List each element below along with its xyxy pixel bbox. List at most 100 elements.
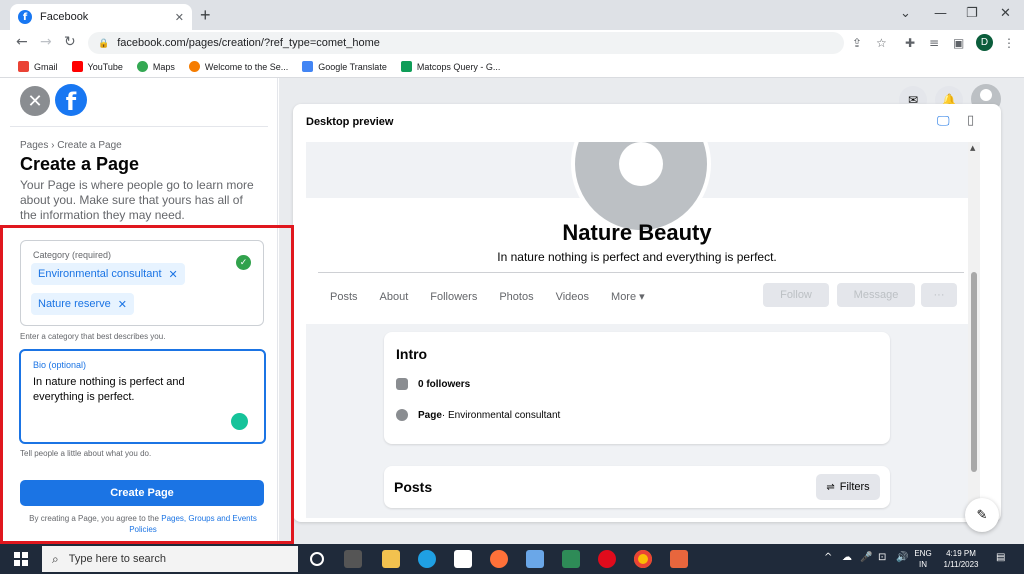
back-icon[interactable]: ← (16, 34, 28, 50)
forward-icon[interactable]: → (40, 34, 52, 50)
breadcrumb: Pages › Create a Page (20, 140, 122, 151)
firefox-icon[interactable] (490, 550, 508, 568)
youtube-icon (71, 61, 83, 72)
tab-more[interactable]: More ▾ (611, 290, 645, 303)
volume-icon[interactable]: 🔊 (896, 552, 908, 563)
desktop-preview-card: Desktop preview 🖵 ▯ Nature Beauty In nat… (293, 104, 1001, 522)
bookmark-youtube[interactable]: YouTube (71, 61, 123, 72)
bookmark-google-translate[interactable]: Google Translate (302, 61, 387, 72)
tab-about[interactable]: About (380, 291, 409, 303)
sheets-icon (400, 61, 412, 72)
desktop-icon[interactable]: 🖵 (937, 114, 950, 129)
tab-followers[interactable]: Followers (430, 291, 477, 303)
opera-icon[interactable] (598, 550, 616, 568)
page-description: Your Page is where people go to learn mo… (20, 178, 254, 222)
remove-chip-icon[interactable]: ✕ (169, 268, 178, 281)
windows-taskbar: ⌕ Type here to search ^ ☁ 🎤 ⊡ 🔊 ENG IN 4… (0, 544, 1024, 574)
taskbar-search[interactable]: ⌕ Type here to search (42, 546, 298, 572)
bookmark-matcops[interactable]: Matcops Query - G... (400, 61, 500, 72)
bookmark-star-icon[interactable]: ☆ (876, 36, 887, 50)
side-panel-icon[interactable]: ▣ (953, 36, 964, 50)
grammarly-icon[interactable] (231, 413, 248, 430)
app-icon[interactable] (670, 550, 688, 568)
cloud-icon[interactable]: ☁ (842, 552, 852, 563)
page-title: Create a Page (20, 154, 140, 174)
filters-icon: ⇌ (826, 481, 835, 493)
bio-field[interactable]: Bio (optional) In nature nothing is perf… (19, 349, 266, 444)
preview-scrollbar[interactable]: ▲ ▼ (968, 142, 980, 518)
tab-videos[interactable]: Videos (556, 291, 589, 303)
filters-button[interactable]: ⇌ Filters (816, 474, 880, 500)
cortana-icon[interactable] (310, 552, 324, 566)
reading-list-icon[interactable]: ≡ (929, 36, 939, 50)
create-page-button[interactable]: Create Page (20, 480, 264, 506)
remove-chip-icon[interactable]: ✕ (118, 298, 127, 311)
edge-icon[interactable] (418, 550, 436, 568)
notification-center-icon[interactable]: ▤ (996, 552, 1005, 563)
category-chip[interactable]: Environmental consultant ✕ (31, 263, 185, 285)
page-tabs: Posts About Followers Photos Videos More… (330, 290, 667, 304)
bio-textarea[interactable]: In nature nothing is perfect and everyth… (33, 375, 213, 405)
microphone-icon[interactable]: 🎤 (860, 552, 872, 563)
tab-photos[interactable]: Photos (499, 291, 533, 303)
message-button[interactable]: Message (837, 283, 915, 307)
preview-title: Desktop preview (306, 116, 394, 128)
scroll-up-icon[interactable]: ▲ (970, 144, 975, 152)
facebook-logo-icon[interactable]: f (55, 84, 87, 116)
bookmark-gmail[interactable]: Gmail (18, 61, 58, 72)
address-bar[interactable]: 🔒 facebook.com/pages/creation/?ref_type=… (88, 32, 844, 54)
posts-card: Posts ⇌ Filters (384, 466, 890, 508)
profile-avatar[interactable]: D (976, 34, 993, 51)
intro-title: Intro (396, 346, 428, 362)
bookmarks-bar: Gmail YouTube Maps Welcome to the Se... … (0, 56, 1024, 78)
bio-label: Bio (optional) (33, 360, 87, 370)
bookmark-welcome[interactable]: Welcome to the Se... (188, 61, 288, 72)
file-explorer-icon[interactable] (382, 550, 400, 568)
close-icon[interactable]: ✕ (20, 86, 50, 116)
restore-icon[interactable]: ❐ (966, 6, 978, 21)
preview-area: ✉ 🔔 Desktop preview 🖵 ▯ Nature Beauty In… (279, 78, 1024, 544)
category-field[interactable]: Category (required) ✓ Environmental cons… (20, 240, 264, 326)
page-type-row: Page · Environmental consultant (396, 409, 560, 421)
terms-text: By creating a Page, you agree to the Pag… (29, 514, 257, 534)
search-icon: ⌕ (52, 551, 59, 566)
new-tab-icon[interactable]: + (200, 5, 211, 26)
window-close-icon[interactable]: ✕ (1000, 6, 1011, 21)
minimize-icon[interactable]: — (934, 6, 947, 21)
browser-tab-bar: f Facebook ✕ + ⌄ — ❐ ✕ (0, 0, 1024, 30)
store-icon[interactable] (454, 550, 472, 568)
browser-toolbar: ← → ↻ 🔒 facebook.com/pages/creation/?ref… (0, 30, 1024, 56)
windows-start-icon[interactable] (14, 552, 28, 566)
reload-icon[interactable]: ↻ (64, 34, 76, 50)
browser-tab[interactable]: f Facebook ✕ (10, 4, 192, 30)
divider (318, 272, 964, 273)
chrome-icon[interactable] (634, 550, 652, 568)
network-icon[interactable]: ⊡ (878, 552, 886, 563)
tab-close-icon[interactable]: ✕ (175, 11, 184, 24)
follow-button[interactable]: Follow (763, 283, 829, 307)
bio-hint: Tell people a little about what you do. (20, 449, 152, 458)
category-hint: Enter a category that best describes you… (20, 332, 166, 341)
mobile-icon[interactable]: ▯ (967, 113, 974, 128)
scroll-thumb[interactable] (971, 272, 977, 472)
lock-icon: 🔒 (98, 37, 110, 48)
clock[interactable]: 4:19 PM 1/11/2023 (938, 548, 984, 570)
task-view-icon[interactable] (344, 550, 362, 568)
menu-kebab-icon[interactable]: ⋮ (1003, 36, 1015, 50)
download-icon[interactable] (562, 550, 580, 568)
share-icon[interactable]: ⇪ (852, 36, 862, 50)
gmail-icon (18, 61, 29, 72)
bookmark-maps[interactable]: Maps (136, 61, 175, 72)
tab-title: Facebook (40, 11, 89, 23)
check-icon: ✓ (236, 255, 251, 270)
tray-chevron-icon[interactable]: ^ (824, 552, 832, 563)
tab-search-icon[interactable]: ⌄ (900, 6, 911, 21)
translate-icon (302, 61, 314, 72)
extensions-icon[interactable]: ✚ (905, 36, 915, 50)
category-chip[interactable]: Nature reserve ✕ (31, 293, 134, 315)
tab-posts[interactable]: Posts (330, 291, 358, 303)
compose-icon[interactable]: ✎ (965, 498, 999, 532)
language-indicator[interactable]: ENG IN (912, 548, 934, 570)
more-options-button[interactable]: ··· (921, 283, 957, 307)
notepad-icon[interactable] (526, 550, 544, 568)
